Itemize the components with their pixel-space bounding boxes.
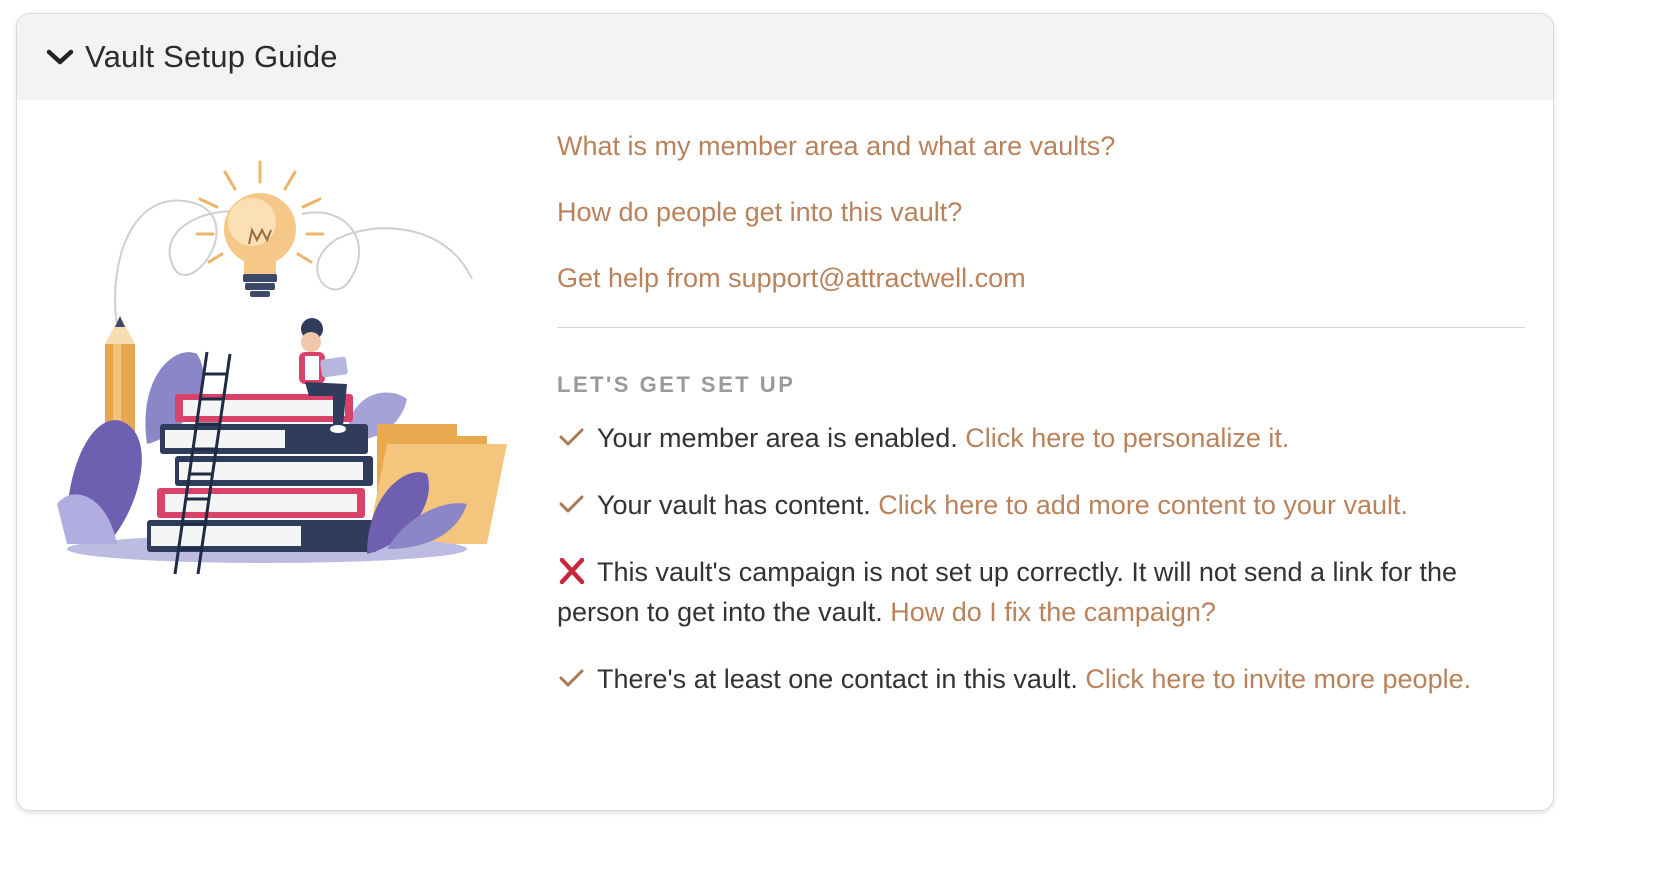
- checkmark-icon: [559, 428, 584, 446]
- faq-link-member-area[interactable]: What is my member area and what are vaul…: [557, 129, 1525, 164]
- checkmark-icon: [559, 495, 584, 513]
- lightbulb-books-illustration: [57, 160, 507, 575]
- setup-step-campaign: This vault's campaign is not set up corr…: [557, 552, 1525, 632]
- setup-section-heading: LET'S GET SET UP: [557, 372, 796, 397]
- invite-people-link[interactable]: Click here to invite more people.: [1085, 664, 1471, 694]
- faq-link-vault-access[interactable]: How do people get into this vault?: [557, 195, 1525, 230]
- checkmark-icon: [559, 669, 584, 687]
- add-vault-content-link[interactable]: Click here to add more content to your v…: [878, 490, 1408, 520]
- step-text: Your member area is enabled.: [597, 423, 966, 453]
- faq-link-support-email[interactable]: Get help from support@attractwell.com: [557, 261, 1525, 296]
- vault-setup-guide-panel: Vault Setup Guide What is my member area…: [16, 13, 1554, 811]
- setup-guide-content: What is my member area and what are vaul…: [557, 129, 1525, 726]
- setup-step-vault-content: Your vault has content. Click here to ad…: [557, 485, 1525, 525]
- step-text: There's at least one contact in this vau…: [597, 664, 1086, 694]
- chevron-down-icon: [46, 49, 74, 65]
- x-mark-icon: [559, 558, 585, 584]
- fix-campaign-link[interactable]: How do I fix the campaign?: [890, 597, 1216, 627]
- panel-header-toggle[interactable]: Vault Setup Guide: [17, 14, 1553, 100]
- section-divider: [557, 327, 1525, 328]
- setup-step-member-area: Your member area is enabled. Click here …: [557, 418, 1525, 458]
- setup-step-contacts: There's at least one contact in this vau…: [557, 659, 1525, 699]
- personalize-member-area-link[interactable]: Click here to personalize it.: [965, 423, 1289, 453]
- step-text: Your vault has content.: [597, 490, 879, 520]
- panel-title: Vault Setup Guide: [85, 39, 338, 74]
